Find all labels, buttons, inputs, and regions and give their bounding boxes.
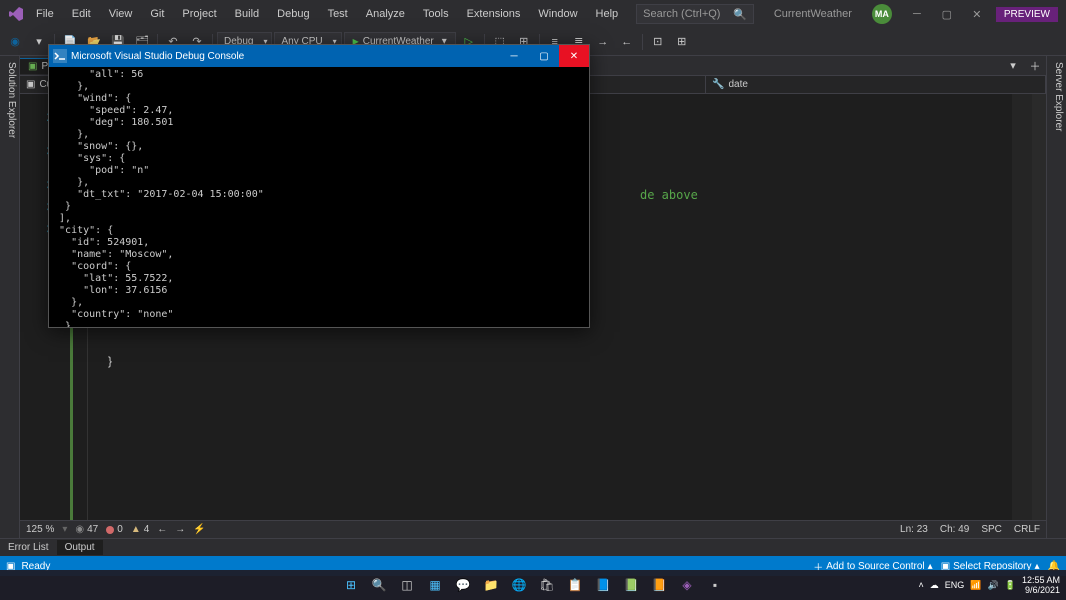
minimap[interactable] (1012, 94, 1032, 520)
outdent-icon[interactable]: ← (616, 31, 638, 53)
console-minimize[interactable]: ─ (499, 45, 529, 67)
warning-count[interactable]: ▲4 (131, 524, 149, 535)
menu-file[interactable]: File (28, 4, 62, 24)
close-button[interactable]: ✕ (962, 0, 992, 28)
taskbar-search-icon[interactable]: 🔍 (367, 573, 391, 597)
menu-build[interactable]: Build (227, 4, 267, 24)
build-icon[interactable]: ⚡ (193, 524, 205, 535)
tab-server-explorer[interactable]: Server Explorer (1053, 62, 1064, 532)
taskbar-chat-icon[interactable]: 💬 (451, 573, 475, 597)
widgets-icon[interactable]: ▦ (423, 573, 447, 597)
console-title-text: Microsoft Visual Studio Debug Console (71, 51, 244, 62)
user-badge[interactable]: MA (872, 4, 892, 24)
issue-count[interactable]: ◉47 (75, 524, 98, 535)
vs-logo-icon (8, 6, 24, 22)
debug-console-window: Microsoft Visual Studio Debug Console ─ … (48, 44, 590, 328)
system-tray: ˄ ☁ ENG 📶 🔊 🔋 12:55 AM 9/6/2021 (919, 575, 1060, 595)
window-controls: MA ─ ▢ ✕ PREVIEW (872, 0, 1062, 28)
tray-chevron-icon[interactable]: ˄ (919, 580, 924, 590)
start-button[interactable]: ⊞ (339, 573, 363, 597)
caret-col: Ch: 49 (940, 524, 969, 535)
explorer-icon[interactable]: 📁 (479, 573, 503, 597)
wrench-icon: 🔧 (712, 79, 724, 90)
tab-output[interactable]: Output (57, 540, 103, 555)
search-icon: 🔍 (733, 8, 747, 21)
vs-taskbar-icon[interactable]: ◈ (675, 573, 699, 597)
search-box[interactable]: Search (Ctrl+Q) 🔍 (636, 4, 754, 24)
preview-badge: PREVIEW (996, 7, 1058, 22)
taskapp-icon[interactable]: 📋 (563, 573, 587, 597)
tool-icon-4[interactable]: ⊞ (671, 31, 693, 53)
windows-taskbar: ⊞ 🔍 ◫ ▦ 💬 📁 🌐 🛍 📋 📘 📗 📙 ◈ ▪ ˄ ☁ ENG 📶 🔊 … (0, 570, 1066, 600)
tab-error-list[interactable]: Error List (0, 540, 57, 555)
console-close[interactable]: ✕ (559, 45, 589, 67)
lineending-mode[interactable]: CRLF (1014, 524, 1040, 535)
menu-tools[interactable]: Tools (415, 4, 457, 24)
zoom-level[interactable]: 125 % (26, 524, 54, 535)
title-bar: File Edit View Git Project Build Debug T… (0, 0, 1066, 28)
menu-help[interactable]: Help (588, 4, 627, 24)
minimize-button[interactable]: ─ (902, 0, 932, 28)
console-maximize[interactable]: ▢ (529, 45, 559, 67)
menu-view[interactable]: View (101, 4, 141, 24)
store-icon[interactable]: 🛍 (535, 573, 559, 597)
console-titlebar[interactable]: Microsoft Visual Studio Debug Console ─ … (49, 45, 589, 67)
search-placeholder: Search (Ctrl+Q) (643, 8, 733, 20)
prev-issue-icon[interactable]: ← (157, 524, 167, 535)
tray-battery-icon[interactable]: 🔋 (1005, 580, 1016, 591)
partial-comment: de above (640, 188, 698, 202)
tab-solution-explorer[interactable]: Solution Explorer (6, 62, 17, 532)
nav-member[interactable]: 🔧date (706, 76, 1046, 93)
menu-window[interactable]: Window (530, 4, 585, 24)
vertical-scrollbar[interactable] (1032, 94, 1046, 520)
terminal-icon[interactable]: ▪ (703, 573, 727, 597)
console-output[interactable]: "all": 56 }, "wind": { "speed": 2.47, "d… (49, 67, 589, 327)
solution-name: CurrentWeather (754, 8, 872, 20)
word-icon[interactable]: 📘 (591, 573, 615, 597)
right-tool-tabs: Server Explorer Notifications Diagnostic… (1046, 56, 1066, 538)
editor-status-strip: 125 % ▾ ◉47 0 ▲4 ← → ⚡ Ln: 23 Ch: 49 SPC… (20, 520, 1046, 538)
tool-icon-3[interactable]: ⊡ (647, 31, 669, 53)
menu-debug[interactable]: Debug (269, 4, 317, 24)
next-issue-icon[interactable]: → (175, 524, 185, 535)
maximize-button[interactable]: ▢ (932, 0, 962, 28)
indent-mode[interactable]: SPC (981, 524, 1002, 535)
indent-icon[interactable]: → (592, 31, 614, 53)
edge-icon[interactable]: 🌐 (507, 573, 531, 597)
tray-clock[interactable]: 12:55 AM 9/6/2021 (1022, 575, 1060, 595)
left-tool-tabs: Solution Explorer Class View Resource Vi… (0, 56, 20, 538)
tray-onedrive-icon[interactable]: ☁ (930, 580, 939, 591)
error-count[interactable]: 0 (106, 524, 123, 535)
nav-fwd-button[interactable]: ▾ (28, 31, 50, 53)
caret-line: Ln: 23 (900, 524, 928, 535)
tray-volume-icon[interactable]: 🔊 (988, 580, 999, 591)
main-menu: File Edit View Git Project Build Debug T… (28, 4, 626, 24)
menu-extensions[interactable]: Extensions (459, 4, 529, 24)
tray-lang[interactable]: ENG (945, 580, 965, 590)
excel-icon[interactable]: 📗 (619, 573, 643, 597)
nav-back-button[interactable]: ◉ (4, 31, 26, 53)
menu-analyze[interactable]: Analyze (358, 4, 413, 24)
menu-edit[interactable]: Edit (64, 4, 99, 24)
menu-git[interactable]: Git (142, 4, 172, 24)
csharp-file-icon: ▣ (28, 61, 37, 72)
bottom-panel-tabs: Error List Output (0, 538, 1066, 556)
editor-dropdown-icon[interactable]: ▾ (1002, 55, 1024, 77)
powerpoint-icon[interactable]: 📙 (647, 573, 671, 597)
editor-add-icon[interactable]: ＋ (1024, 55, 1046, 77)
console-icon (53, 49, 67, 63)
project-icon: ▣ (26, 79, 35, 90)
menu-project[interactable]: Project (174, 4, 224, 24)
menu-test[interactable]: Test (320, 4, 356, 24)
task-view-icon[interactable]: ◫ (395, 573, 419, 597)
tray-wifi-icon[interactable]: 📶 (970, 580, 981, 591)
